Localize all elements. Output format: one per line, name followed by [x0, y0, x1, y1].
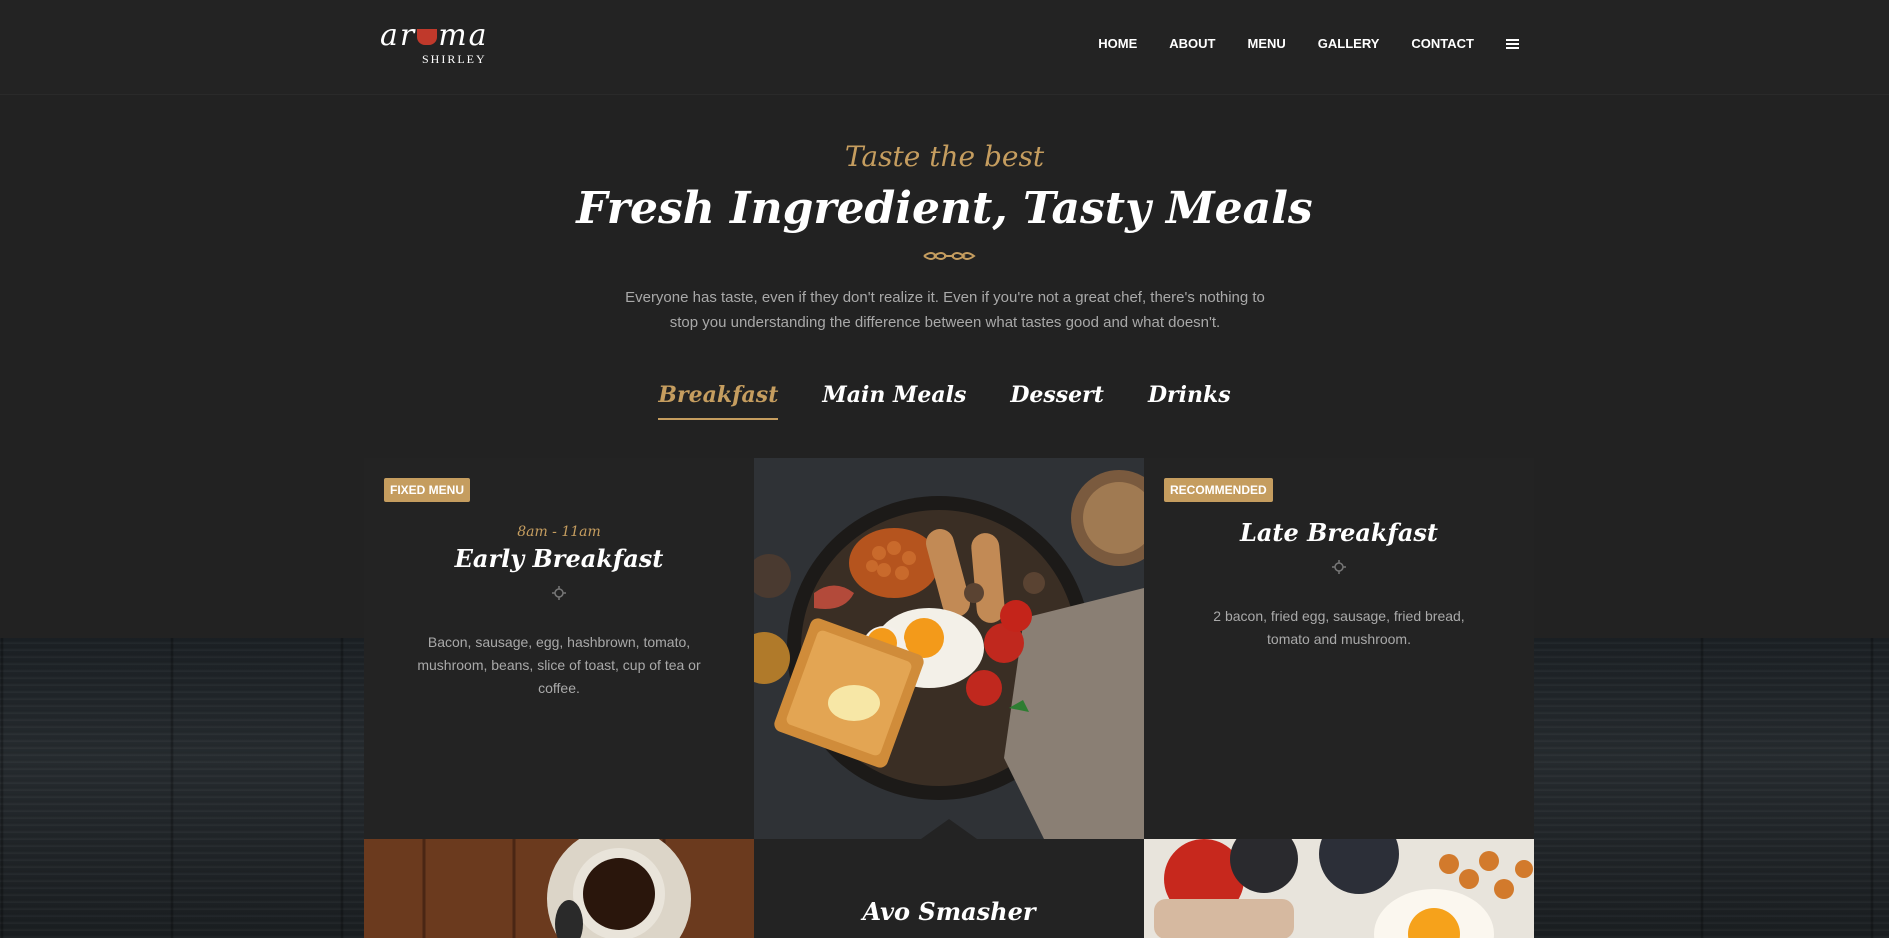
menu-card-avo-smasher[interactable]: Avo Smasher	[754, 839, 1144, 938]
coffee-cup-image	[364, 839, 754, 938]
nav-menu[interactable]: MENU	[1247, 36, 1285, 51]
tab-drinks[interactable]: Drinks	[1148, 382, 1231, 420]
site-header: ar ma SHIRLEY HOME ABOUT MENU GALLERY CON…	[0, 0, 1889, 95]
wheat-ornament-icon	[923, 252, 976, 260]
section-intro: Everyone has taste, even if they don't r…	[625, 289, 1265, 331]
recommended-badge: RECOMMENDED	[1164, 478, 1273, 502]
logo-sub-text: SHIRLEY	[422, 52, 487, 66]
fry-up-photo	[1144, 839, 1534, 938]
section-title: Fresh Ingredient, Tasty Meals	[576, 183, 1313, 234]
tab-dessert[interactable]: Dessert	[1010, 382, 1104, 420]
fixed-menu-badge: FIXED MENU	[384, 478, 471, 502]
nav-gallery[interactable]: GALLERY	[1318, 36, 1380, 51]
breakfast-photo	[754, 458, 1144, 839]
card-title: Early Breakfast	[454, 544, 664, 573]
logo[interactable]: ar ma SHIRLEY	[380, 20, 490, 68]
ornament-icon	[1332, 560, 1346, 574]
fry-up-image	[1144, 839, 1534, 938]
menu-card-late-breakfast[interactable]: RECOMMENDED Late Breakfast 2 bacon, frie…	[1144, 458, 1534, 859]
tab-breakfast[interactable]: Breakfast	[658, 382, 779, 420]
main-nav: HOME ABOUT MENU GALLERY CONTACT	[1098, 36, 1519, 51]
card-title: Late Breakfast	[1240, 518, 1438, 547]
nav-about[interactable]: ABOUT	[1169, 36, 1215, 51]
tab-main-meals[interactable]: Main Meals	[822, 382, 966, 420]
card-description: Bacon, sausage, egg, hashbrown, tomato, …	[417, 634, 701, 696]
card-description: 2 bacon, fried egg, sausage, fried bread…	[1213, 608, 1465, 647]
nav-contact[interactable]: CONTACT	[1411, 36, 1474, 51]
nav-home[interactable]: HOME	[1098, 36, 1137, 51]
breakfast-plate-image	[754, 458, 1144, 839]
section-kicker: Taste the best	[844, 140, 1045, 173]
hamburger-icon[interactable]	[1506, 38, 1519, 49]
logo-main-text: ar ma	[380, 18, 489, 53]
card-time: 8am - 11am	[517, 524, 601, 540]
menu-card-early-breakfast[interactable]: FIXED MENU 8am - 11am Early Breakfast Ba…	[364, 458, 754, 859]
photo-notch	[921, 819, 977, 839]
card-title: Avo Smasher	[862, 897, 1036, 926]
menu-tabs: Breakfast Main Meals Dessert Drinks	[0, 382, 1889, 420]
ornament-icon	[552, 586, 566, 600]
coffee-photo	[364, 839, 754, 938]
coffee-cup-icon	[417, 29, 438, 45]
